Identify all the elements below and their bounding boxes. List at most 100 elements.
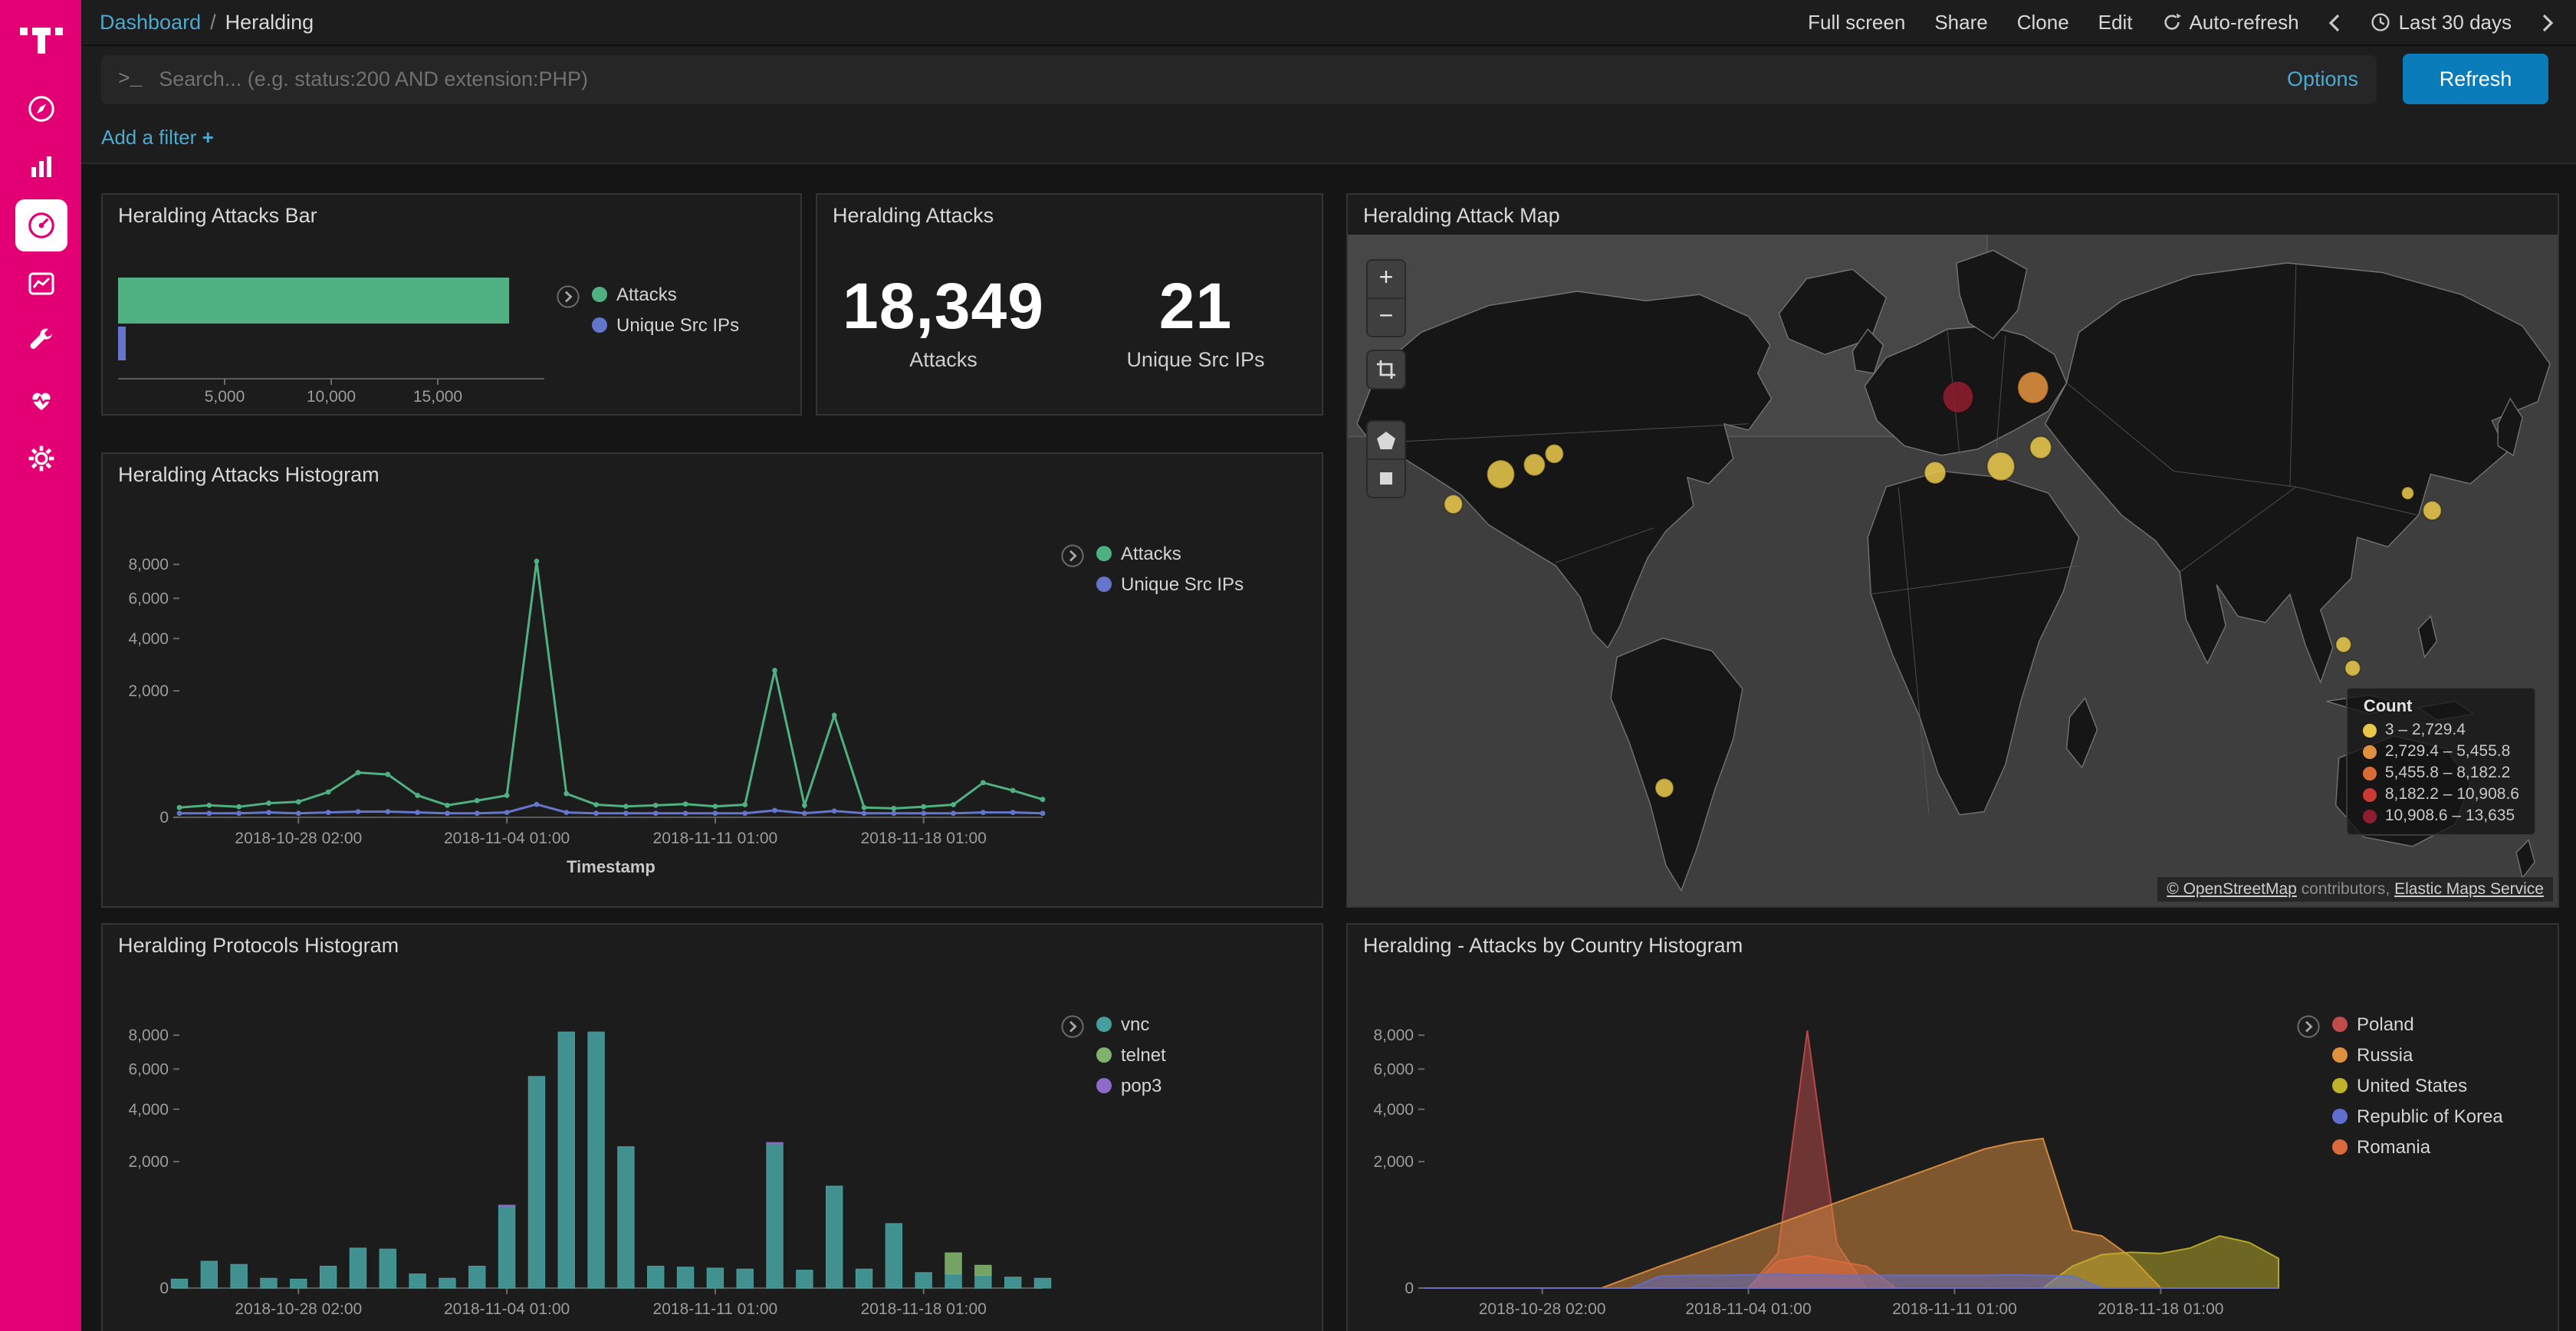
legend-item[interactable]: Unique Src IPs xyxy=(1096,573,1244,595)
attacks-bar-chart[interactable]: 5,00010,00015,000 xyxy=(109,235,557,409)
map-legend-item: 5,455.8 – 8,182.2 xyxy=(2364,764,2519,782)
sidebar-item-timelion[interactable] xyxy=(0,255,81,313)
sidebar-item-dev-tools[interactable] xyxy=(0,313,81,371)
ems-link[interactable]: Elastic Maps Service xyxy=(2394,880,2544,899)
refresh-icon xyxy=(2161,12,2181,32)
share-button[interactable]: Share xyxy=(1934,11,1987,34)
svg-text:2018-10-28 02:00: 2018-10-28 02:00 xyxy=(235,830,362,847)
svg-text:2018-11-11 01:00: 2018-11-11 01:00 xyxy=(1892,1300,2017,1318)
main-content: Dashboard / Heralding Full screen Share … xyxy=(81,0,2576,1331)
svg-text:6,000: 6,000 xyxy=(128,590,169,607)
auto-refresh-button[interactable]: Auto-refresh xyxy=(2161,11,2298,34)
legend-expand-icon[interactable] xyxy=(1061,544,1084,575)
clone-button[interactable]: Clone xyxy=(2017,11,2069,34)
top-chrome: Dashboard / Heralding Full screen Share … xyxy=(81,0,2576,164)
full-screen-button[interactable]: Full screen xyxy=(1808,11,1905,34)
legend-expand-icon[interactable] xyxy=(2297,1015,2320,1046)
edit-button[interactable]: Edit xyxy=(2098,11,2133,34)
draw-rectangle-button[interactable] xyxy=(1368,458,1405,497)
map-viewport[interactable]: + − xyxy=(1348,235,2558,906)
panel-body: 02,0004,0006,0008,0002018-10-28 02:00201… xyxy=(1348,965,2558,1331)
legend-item[interactable]: Poland xyxy=(2332,1014,2503,1035)
sidebar-item-monitoring[interactable] xyxy=(0,371,81,429)
protocols-histogram-chart[interactable]: 02,0004,0006,0008,0002018-10-28 02:00201… xyxy=(103,965,1061,1331)
telekom-logo[interactable] xyxy=(0,0,81,80)
zoom-in-button[interactable]: + xyxy=(1368,261,1405,297)
add-filter-link[interactable]: Add a filter + xyxy=(101,126,214,149)
sidebar-item-discover[interactable] xyxy=(0,80,81,138)
metric-unique-src-ips: 21 Unique Src IPs xyxy=(1070,270,1322,371)
legend-item[interactable]: vnc xyxy=(1096,1014,1166,1035)
timelion-icon xyxy=(25,268,56,299)
legend-item[interactable]: Attacks xyxy=(592,284,739,305)
legend-label: 10,908.6 – 13,635 xyxy=(2385,807,2515,825)
map-legend-item: 10,908.6 – 13,635 xyxy=(2364,807,2519,825)
sidebar-item-management[interactable] xyxy=(0,429,81,488)
legend-label: vnc xyxy=(1121,1014,1149,1035)
rectangle-icon xyxy=(1375,468,1397,489)
fit-bounds-button[interactable] xyxy=(1368,351,1405,388)
breadcrumb-dashboard-link[interactable]: Dashboard xyxy=(100,11,201,34)
osm-link[interactable]: © OpenStreetMap xyxy=(2167,880,2297,899)
svg-text:Timestamp: Timestamp xyxy=(1807,1328,1896,1331)
legend-item[interactable]: United States xyxy=(2332,1075,2503,1096)
sidebar-item-visualize[interactable] xyxy=(0,138,81,196)
svg-text:2018-11-11 01:00: 2018-11-11 01:00 xyxy=(653,830,778,847)
top-navbar: Dashboard / Heralding Full screen Share … xyxy=(81,0,2576,46)
breadcrumb-separator: / xyxy=(210,11,216,34)
legend-dot-icon xyxy=(1096,1078,1112,1093)
refresh-button[interactable]: Refresh xyxy=(2403,54,2548,104)
svg-text:Timestamp: Timestamp xyxy=(567,857,656,876)
legend-label: 5,455.8 – 8,182.2 xyxy=(2385,764,2511,782)
legend-item[interactable]: telnet xyxy=(1096,1044,1166,1066)
svg-text:2,000: 2,000 xyxy=(128,682,169,700)
attacks-histogram-chart[interactable]: 02,0004,0006,0008,0002018-10-28 02:00201… xyxy=(103,494,1061,909)
legend-expand-icon[interactable] xyxy=(557,285,580,316)
time-back-button[interactable] xyxy=(2328,13,2342,31)
auto-refresh-label: Auto-refresh xyxy=(2189,11,2298,34)
time-range-button[interactable]: Last 30 days xyxy=(2371,11,2512,34)
legend-label: Unique Src IPs xyxy=(616,314,739,336)
panel-attack-map: Heralding Attack Map xyxy=(1346,193,2559,908)
time-forward-button[interactable] xyxy=(2541,13,2555,31)
svg-text:Timestamp: Timestamp xyxy=(567,1328,656,1331)
clock-icon xyxy=(2371,12,2391,32)
svg-text:6,000: 6,000 xyxy=(128,1060,169,1078)
sidebar xyxy=(0,0,81,1331)
legend-label: Poland xyxy=(2357,1014,2414,1035)
search-options-link[interactable]: Options xyxy=(2287,67,2358,90)
legend-item[interactable]: Unique Src IPs xyxy=(592,314,739,336)
panel-title: Heralding Attack Map xyxy=(1348,195,2558,235)
draw-polygon-button[interactable] xyxy=(1368,422,1405,458)
legend-item[interactable]: Republic of Korea xyxy=(2332,1106,2503,1127)
legend-item[interactable]: Russia xyxy=(2332,1044,2503,1066)
panel-attacks-metric: Heralding Attacks 18,349 Attacks 21 Uniq… xyxy=(816,193,1323,416)
search-box: >_ Options xyxy=(101,54,2377,104)
legend-item[interactable]: pop3 xyxy=(1096,1075,1166,1096)
sidebar-item-dashboard[interactable] xyxy=(0,196,81,255)
svg-text:4,000: 4,000 xyxy=(128,630,169,648)
country-histogram-chart[interactable]: 02,0004,0006,0008,0002018-10-28 02:00201… xyxy=(1348,965,2297,1331)
kibana-dashboard-page: Dashboard / Heralding Full screen Share … xyxy=(0,0,2576,1331)
panel-body: 02,0004,0006,0008,0002018-10-28 02:00201… xyxy=(103,965,1322,1331)
breadcrumb-current: Heralding xyxy=(225,11,314,34)
add-filter-label: Add a filter xyxy=(101,126,196,149)
search-input[interactable] xyxy=(156,66,2377,92)
zoom-out-button[interactable]: − xyxy=(1368,297,1405,336)
svg-text:2018-11-04 01:00: 2018-11-04 01:00 xyxy=(444,830,570,847)
legend-label: Romania xyxy=(2357,1136,2430,1158)
svg-text:5,000: 5,000 xyxy=(205,388,245,406)
legend-label: 3 – 2,729.4 xyxy=(2385,721,2466,739)
svg-text:15,000: 15,000 xyxy=(413,388,462,406)
svg-text:2018-11-18 01:00: 2018-11-18 01:00 xyxy=(2098,1300,2223,1318)
legend-expand-icon[interactable] xyxy=(1061,1015,1084,1046)
legend-dot-icon xyxy=(2364,723,2377,737)
legend-item[interactable]: Romania xyxy=(2332,1136,2503,1158)
telekom-t-logo-icon xyxy=(18,18,64,61)
metric-label: Attacks xyxy=(909,348,978,371)
legend-item[interactable]: Attacks xyxy=(1096,543,1244,564)
chart-legend: Attacks Unique Src IPs xyxy=(557,284,739,336)
legend-label: Unique Src IPs xyxy=(1121,573,1244,595)
legend-label: Attacks xyxy=(616,284,677,305)
legend-label: Attacks xyxy=(1121,543,1181,564)
